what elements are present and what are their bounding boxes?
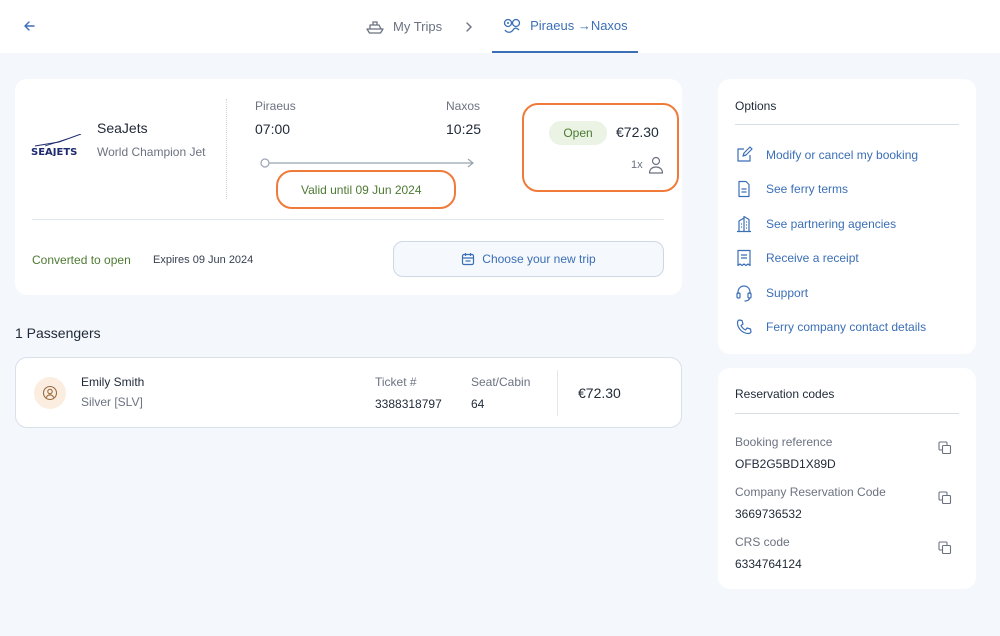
chevron-right-icon — [464, 21, 474, 33]
passenger-price: €72.30 — [578, 385, 621, 401]
validity-text: Valid until 09 Jun 2024 — [301, 183, 422, 197]
top-nav: My Trips Piraeus →Naxos — [0, 0, 1000, 53]
document-icon — [735, 179, 757, 199]
divider-dotted — [226, 99, 227, 199]
option-modify-booking-label: Modify or cancel my booking — [766, 148, 919, 162]
avatar — [34, 377, 66, 409]
option-support-label: Support — [766, 286, 809, 300]
departure-port: Piraeus — [255, 99, 296, 113]
headset-icon — [735, 283, 757, 303]
options-title: Options — [735, 99, 777, 113]
building-icon — [735, 214, 757, 234]
back-arrow-icon[interactable] — [20, 16, 40, 36]
booking-reference-label: Booking reference — [735, 435, 833, 449]
options-divider — [735, 124, 959, 125]
company-code-label: Company Reservation Code — [735, 485, 886, 499]
user-circle-icon — [42, 385, 58, 401]
crs-code-value: 6334764124 — [735, 557, 802, 571]
calendar-icon — [462, 253, 475, 266]
ticket-number: 3388318797 — [375, 397, 442, 411]
breadcrumb-my-trips[interactable]: My Trips — [365, 0, 442, 53]
copy-icon[interactable] — [938, 491, 952, 505]
crs-code-label: CRS code — [735, 535, 790, 549]
edit-icon — [735, 145, 757, 165]
option-partnering-agencies-label: See partnering agencies — [766, 217, 897, 231]
copy-icon[interactable] — [938, 541, 952, 555]
converted-status: Converted to open — [32, 253, 131, 267]
ticket-label: Ticket # — [375, 375, 417, 389]
passenger-name: Emily Smith — [81, 375, 145, 389]
breadcrumb-route-label: Piraeus →Naxos — [530, 18, 628, 33]
option-receive-receipt[interactable]: Receive a receipt — [735, 248, 859, 268]
ship-icon — [366, 20, 384, 34]
passenger-row: Emily Smith Silver [SLV] Ticket # 338831… — [15, 357, 682, 428]
person-icon — [648, 156, 664, 174]
breadcrumb-my-trips-label: My Trips — [393, 19, 443, 34]
choose-new-trip-button[interactable]: Choose your new trip — [393, 241, 664, 277]
receipt-icon — [735, 248, 757, 268]
booking-reference-value: OFB2G5BD1X89D — [735, 457, 836, 471]
route-line — [260, 158, 474, 168]
passengers-title: 1 Passengers — [15, 325, 101, 341]
card-divider — [32, 219, 664, 220]
departure-time: 07:00 — [255, 121, 291, 137]
company-code-value: 3669736532 — [735, 507, 802, 521]
option-modify-booking[interactable]: Modify or cancel my booking — [735, 145, 918, 165]
svg-text:SEAJETS: SEAJETS — [31, 147, 77, 156]
seat-label: Seat/Cabin — [471, 375, 531, 389]
codes-divider — [735, 413, 959, 414]
phone-icon — [735, 317, 757, 337]
price-highlight — [522, 103, 679, 192]
option-support[interactable]: Support — [735, 283, 808, 303]
arrival-time: 10:25 — [446, 121, 482, 137]
seajets-logo: SEAJETS — [31, 134, 82, 156]
breadcrumb: My Trips Piraeus →Naxos — [365, 0, 638, 53]
company-name: SeaJets — [97, 120, 148, 136]
vessel-name: World Champion Jet — [97, 145, 206, 159]
reservation-codes-card: Reservation codes Booking reference OFB2… — [718, 368, 976, 589]
options-card: Options Modify or cancel my booking See … — [718, 79, 976, 354]
choose-new-trip-label: Choose your new trip — [482, 252, 596, 266]
codes-title: Reservation codes — [735, 387, 835, 401]
passenger-divider — [557, 370, 558, 416]
option-ferry-contact[interactable]: Ferry company contact details — [735, 317, 926, 337]
trip-card: SEAJETS SeaJets World Champion Jet Pirae… — [15, 79, 682, 295]
passenger-class: Silver [SLV] — [81, 395, 143, 409]
copy-icon[interactable] — [938, 441, 952, 455]
passenger-count: 1x — [631, 159, 643, 171]
option-ferry-contact-label: Ferry company contact details — [766, 320, 927, 334]
seat-number: 64 — [471, 397, 485, 411]
breadcrumb-route[interactable]: Piraeus →Naxos — [492, 0, 638, 53]
option-ferry-terms[interactable]: See ferry terms — [735, 179, 848, 199]
option-ferry-terms-label: See ferry terms — [766, 182, 849, 196]
arrival-port: Naxos — [446, 99, 481, 113]
status-badge: Open — [549, 121, 607, 145]
route-pin-icon — [503, 18, 521, 33]
option-partnering-agencies[interactable]: See partnering agencies — [735, 214, 896, 234]
expiry-date: Expires 09 Jun 2024 — [153, 254, 254, 266]
option-receive-receipt-label: Receive a receipt — [766, 251, 859, 265]
trip-price: €72.30 — [616, 124, 659, 140]
